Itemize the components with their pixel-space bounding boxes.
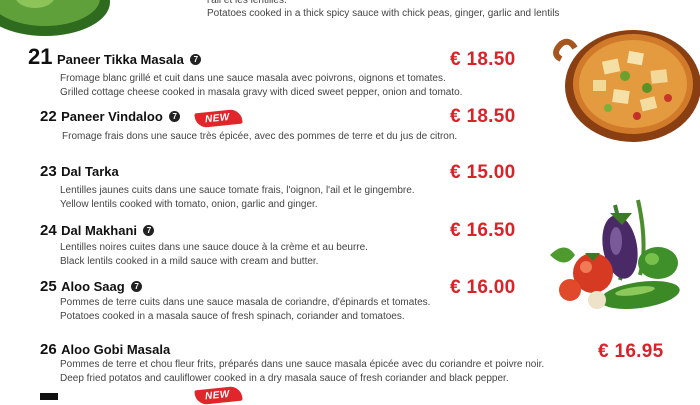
item-name: Dal Tarka [61, 164, 119, 179]
paneer-curry-dish-image [553, 30, 700, 142]
item-name: Dal Makhani [61, 223, 137, 238]
menu-item-21: 21 Paneer Tikka Masala 7 [28, 44, 202, 70]
menu-item-26: 26 Aloo Gobi Masala [40, 341, 170, 359]
item-number: 23 [40, 163, 57, 180]
item-price: € 18.50 [450, 106, 516, 127]
item-desc-fr: Fromage blanc grillé et cuit dans une sa… [60, 73, 446, 84]
item-price: € 16.95 [598, 341, 664, 362]
menu-item-24: 24 Dal Makhani 7 [40, 222, 155, 240]
chili-rating-icon: 7 [169, 111, 181, 123]
item-name: Aloo Saag [61, 279, 125, 294]
item-desc-fr: Pommes de terre et chou fleur frits, pré… [60, 359, 545, 370]
menu-item-23: 23 Dal Tarka [40, 163, 119, 181]
item-desc-fr: Pommes de terre cuits dans une sauce mas… [60, 297, 431, 308]
item-name: Aloo Gobi Masala [61, 342, 171, 357]
item-name: Paneer Vindaloo [61, 109, 163, 124]
new-badge: NEW [194, 385, 243, 405]
item-price: € 16.00 [450, 277, 516, 298]
new-badge: NEW [194, 108, 243, 129]
item-number: 26 [40, 341, 57, 358]
item-desc-en: Deep fried potatos and cauliflower cooke… [60, 373, 509, 384]
item-desc-fr: Fromage frais dons une sauce très épicée… [62, 131, 458, 142]
item-price: € 18.50 [450, 49, 516, 70]
chili-rating-icon: 7 [190, 54, 202, 66]
item-number: 21 [28, 44, 53, 69]
item-desc-fr: Lentilles noires cuites dans une sauce d… [60, 242, 368, 253]
item-desc-en: Black lentils cooked in a mild sauce wit… [60, 256, 319, 267]
item-number: 22 [40, 108, 57, 125]
menu-item-22: 22 Paneer Vindaloo 7 [40, 108, 181, 126]
menu-item-27-partial [40, 393, 80, 400]
item-name: Paneer Tikka Masala [56, 52, 184, 67]
item-desc-fr: Lentilles jaunes cuits dans une sauce to… [60, 185, 415, 196]
chili-rating-icon: 7 [131, 281, 143, 293]
vegetables-image [550, 199, 680, 310]
item-price: € 15.00 [450, 162, 516, 183]
chili-rating-icon: 7 [143, 225, 155, 237]
green-curry-dish-image [0, 0, 110, 36]
menu-item-25: 25 Aloo Saag 7 [40, 278, 143, 296]
item-desc-en: Potatoes cooked in a masala sauce of fre… [60, 311, 405, 322]
item-price: € 16.50 [450, 220, 516, 241]
top-desc-en: Potatoes cooked in a thick spicy sauce w… [207, 8, 560, 19]
item-desc-en: Grilled cottage cheese cooked in masala … [60, 87, 463, 98]
item-desc-en: Yellow lentils cooked with tomato, onion… [60, 199, 318, 210]
item-number: 25 [40, 278, 57, 295]
item-number: 24 [40, 222, 57, 239]
